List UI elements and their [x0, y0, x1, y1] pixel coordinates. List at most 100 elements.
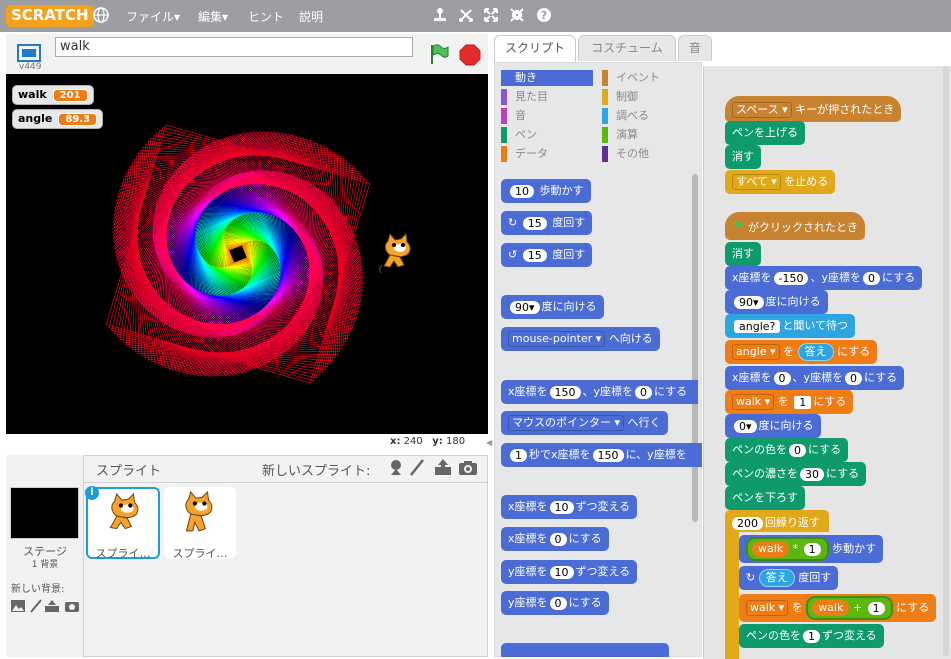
upload-sprite-icon[interactable] [434, 458, 452, 479]
palette-turn-left-block[interactable]: ↺ 15 度回す [501, 243, 593, 267]
palette-goto-block[interactable]: マウスのポインター ▾ へ行く [501, 411, 668, 435]
script-area-scrollbar[interactable] [943, 66, 949, 656]
stop-sign-icon[interactable] [459, 44, 481, 69]
stop-block[interactable]: すべて ▾ を止める [725, 170, 836, 194]
camera-sprite-icon[interactable] [458, 460, 478, 479]
collapse-stage-arrow[interactable]: ◀ [486, 438, 492, 447]
palette-turn-right-block[interactable]: ↻ 15 度回す [501, 211, 593, 235]
backdrop-library-icon[interactable] [10, 599, 26, 616]
paint-new-sprite-icon[interactable] [409, 458, 425, 479]
duplicate-stamp-icon[interactable] [431, 7, 449, 27]
repeat-label: 200 回繰り返す [730, 514, 820, 530]
category-8[interactable]: 演算 [602, 127, 692, 143]
version-label: v449 [19, 62, 42, 72]
category-color-swatch [501, 70, 507, 86]
camera-backdrop-icon[interactable] [64, 600, 80, 616]
pen-up-block[interactable]: ペンを上げる [725, 121, 805, 145]
category-10[interactable]: その他 [602, 146, 692, 162]
cut-scissors-icon[interactable] [457, 7, 475, 27]
category-color-swatch [501, 146, 507, 162]
pen-down-block[interactable]: ペンを下ろす [725, 486, 805, 510]
rotate-left-icon: ↺ [508, 248, 518, 261]
set-pen-color-block[interactable]: ペンの色を 0 にする [725, 438, 849, 462]
project-title-input[interactable]: walk [55, 37, 413, 57]
set-walk-sum-block[interactable]: walk ▾ を walk + 1 にする [739, 594, 937, 622]
menu-about[interactable]: 説明 [299, 8, 323, 25]
goto-xy-block[interactable]: x座標を -150 、y座標を 0 にする [725, 266, 923, 290]
palette-glide-block[interactable]: 1 秒でx座標を 150 に、y座標を [501, 443, 702, 467]
tab-costumes[interactable]: コスチューム [578, 35, 676, 61]
pen-stroke [121, 139, 355, 369]
category-3[interactable]: 見た目 [501, 89, 593, 105]
palette-set-x-block[interactable]: x座標を 0 にする [501, 527, 609, 551]
paint-backdrop-icon[interactable] [30, 599, 42, 616]
sprite-name: スプライ… [172, 547, 228, 560]
new-backdrop-label: 新しい背景: [11, 584, 65, 595]
palette-scrollbar[interactable] [692, 174, 698, 522]
tab-sounds[interactable]: 音 [678, 35, 712, 61]
palette-point-direction-block[interactable]: 90▾ 度に向ける [501, 295, 604, 319]
repeat-block-arm [725, 530, 739, 659]
move-steps-block[interactable]: walk * 1 歩動かす [739, 535, 884, 563]
goto-origin-block[interactable]: x座標を 0 、y座標を 0 にする [725, 366, 905, 390]
scratch-logo[interactable]: SCRATCH [6, 5, 94, 27]
palette-set-y-block[interactable]: y座標を 0 にする [501, 591, 609, 615]
choose-sprite-library-icon[interactable] [387, 458, 405, 480]
menu-file[interactable]: ファイル▾ [126, 8, 180, 25]
cat-sprite-thumbnail [185, 490, 213, 532]
category-6[interactable]: 調べる [602, 108, 692, 124]
palette-change-y-block[interactable]: y座標を 10 ずつ変える [501, 560, 638, 584]
turn-right-block[interactable]: ↻ 答え 度回す [739, 566, 839, 590]
variable-monitor-angle[interactable]: angle 89.3 [12, 109, 104, 129]
point-direction-block[interactable]: 90▾ 度に向ける [725, 290, 828, 314]
palette-change-x-block[interactable]: x座標を 10 ずつ変える [501, 495, 638, 519]
clear-block[interactable]: 消す [725, 242, 761, 266]
sprite-info-icon[interactable]: i [85, 486, 99, 500]
palette-partial-block[interactable] [501, 643, 669, 657]
set-pen-shade-block[interactable]: ペンの濃さを 30 にする [725, 462, 867, 486]
category-2[interactable]: イベント [602, 70, 692, 86]
category-4[interactable]: 制御 [602, 89, 692, 105]
globe-icon[interactable] [92, 7, 110, 27]
ask-and-wait-block[interactable]: angle? と聞いて待つ [725, 314, 856, 338]
sprite-tile[interactable]: スプライ… [164, 487, 236, 560]
stage-thumbnail[interactable] [10, 487, 79, 539]
category-label: 見た目 [515, 90, 548, 103]
category-color-swatch [602, 108, 608, 124]
sprite-tile-selected[interactable]: i スプライ… [85, 486, 160, 560]
palette-point-towards-block[interactable]: mouse-pointer ▾ へ向ける [501, 327, 660, 351]
category-label: 音 [515, 109, 526, 122]
category-5[interactable]: 音 [501, 108, 593, 124]
shrink-icon[interactable] [508, 7, 526, 27]
pen-stroke [191, 208, 285, 300]
when-flag-clicked-hat[interactable]: ⚑ がクリックされたとき [725, 212, 866, 240]
grow-icon[interactable] [482, 7, 500, 27]
rotate-right-icon: ↻ [746, 571, 756, 584]
category-9[interactable]: データ [501, 146, 593, 162]
clear-block[interactable]: 消す [725, 145, 761, 169]
change-pen-color-block[interactable]: ペンの色を 1 ずつ変える [739, 624, 884, 648]
category-label: 動き [507, 70, 593, 86]
category-label: 調べる [616, 109, 649, 122]
point-direction-zero-block[interactable]: 0▾ 度に向ける [725, 414, 821, 438]
category-1[interactable]: 動き [501, 70, 593, 86]
variable-monitor-walk[interactable]: walk 201 [12, 85, 94, 105]
palette-move-block[interactable]: 10 歩動かす [501, 179, 591, 203]
set-walk-block[interactable]: walk ▾ を 1 にする [725, 390, 854, 414]
category-color-swatch [501, 89, 507, 105]
menu-edit[interactable]: 編集▾ [198, 8, 228, 25]
pen-stroke [108, 127, 368, 381]
help-icon[interactable]: ? [535, 7, 553, 27]
menu-tips[interactable]: ヒント [248, 8, 284, 25]
set-angle-block[interactable]: angle ▾ を 答え にする [725, 340, 878, 364]
category-7[interactable]: ペン [501, 127, 593, 143]
upload-backdrop-icon[interactable] [44, 599, 60, 616]
green-flag-icon[interactable] [428, 43, 450, 68]
green-flag-icon: ⚑ [732, 219, 745, 235]
cat-sprite[interactable] [376, 232, 416, 280]
pen-stroke [121, 139, 355, 369]
category-color-swatch [501, 108, 507, 124]
when-key-pressed-hat[interactable]: スペース ▾ キーが押されたとき [725, 96, 902, 122]
tab-scripts[interactable]: スクリプト [494, 35, 576, 62]
palette-goto-xy-block[interactable]: x座標を 150 、y座標を 0 にする [501, 380, 698, 404]
